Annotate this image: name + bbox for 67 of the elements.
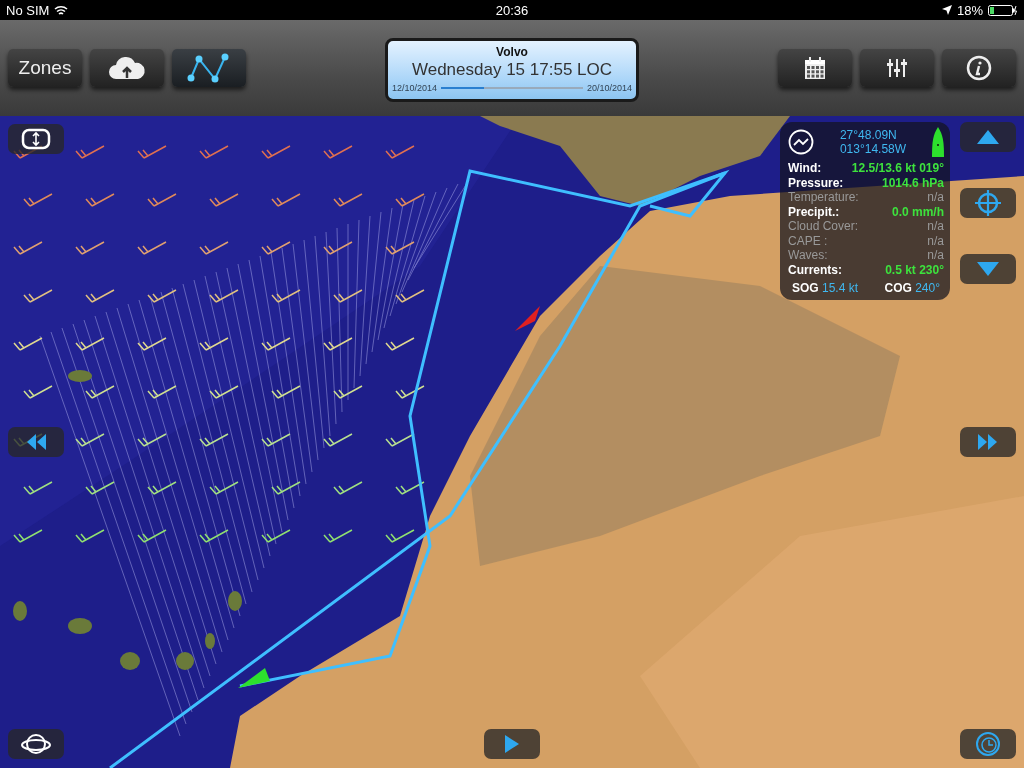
- data-value: 12.5/13.6 kt 019°: [851, 161, 944, 176]
- calendar-button[interactable]: [778, 49, 852, 87]
- sog-value: 15.4 kt: [822, 281, 859, 295]
- current-time: Wednesday 15 17:55 LOC: [411, 60, 612, 80]
- data-label: CAPE :: [788, 233, 828, 248]
- wifi-icon: [54, 4, 69, 16]
- info-icon: [966, 55, 992, 81]
- fast-forward-button[interactable]: [960, 427, 1016, 457]
- vertical-arrows-icon: [21, 128, 51, 150]
- data-label: Temperature:: [788, 190, 859, 205]
- rewind-icon: [25, 433, 47, 451]
- play-button[interactable]: [484, 729, 540, 759]
- up-triangle-icon: [977, 130, 999, 144]
- globe-rotate-button[interactable]: [8, 729, 64, 759]
- data-value: n/a: [927, 219, 944, 234]
- locate-button[interactable]: [960, 188, 1016, 218]
- sog-label: SOG: [792, 281, 819, 295]
- clock-label: 20:36: [495, 2, 529, 18]
- data-label: Wind:: [788, 161, 822, 176]
- data-label: Pressure:: [788, 175, 844, 190]
- battery-icon: [988, 4, 1018, 16]
- data-label: Waves:: [788, 248, 828, 263]
- cog-value: 240°: [915, 281, 940, 295]
- scroll-down-button[interactable]: [960, 254, 1016, 284]
- location-arrow-icon: [941, 5, 952, 15]
- cloud-upload-icon: [108, 56, 146, 80]
- data-label: Precipit.:: [788, 204, 840, 219]
- down-triangle-icon: [977, 262, 999, 276]
- route-title: Volvo: [496, 45, 528, 59]
- data-value: 0.0 mm/h: [891, 204, 944, 219]
- calendar-icon: [804, 56, 826, 80]
- crosshair-icon: [975, 190, 1001, 216]
- boat-icon: [932, 127, 944, 157]
- scroll-up-button[interactable]: [960, 122, 1016, 152]
- settings-icon: [886, 58, 908, 78]
- start-date: 12/10/2014: [392, 83, 438, 93]
- data-label: Currents:: [788, 262, 842, 277]
- time-button[interactable]: [960, 729, 1016, 759]
- play-icon: [504, 734, 520, 754]
- clock-icon: [975, 731, 1001, 757]
- data-value: n/a: [927, 233, 944, 248]
- settings-button[interactable]: [860, 49, 934, 87]
- data-value: 1014.6 hPa: [881, 175, 944, 190]
- upload-button[interactable]: [90, 49, 164, 87]
- timeline-panel[interactable]: Volvo Wednesday 15 17:55 LOC 12/10/2014 20/10/2014: [385, 38, 639, 102]
- expand-vertical-button[interactable]: [8, 124, 64, 154]
- end-date: 20/10/2014: [586, 83, 632, 93]
- boat-marker[interactable]: [238, 668, 270, 688]
- rewind-button[interactable]: [8, 427, 64, 457]
- data-value: 0.5 kt 230°: [885, 262, 944, 277]
- rotating-globe-icon: [21, 732, 51, 756]
- info-button[interactable]: [942, 49, 1016, 87]
- data-value: n/a: [927, 248, 944, 263]
- zones-button[interactable]: Zones: [8, 49, 82, 87]
- fast-forward-icon: [977, 433, 999, 451]
- route-button[interactable]: [172, 49, 246, 87]
- latitude: 27°48.09N: [839, 128, 898, 142]
- route-line-icon: [187, 52, 231, 84]
- boat-marker[interactable]: [515, 306, 540, 331]
- timeline-track[interactable]: [441, 87, 583, 89]
- longitude: 013°14.58W: [839, 142, 907, 156]
- data-label: Cloud Cover:: [788, 219, 859, 234]
- data-value: n/a: [927, 190, 944, 205]
- battery-percent: 18%: [956, 2, 983, 18]
- cog-label: COG: [884, 281, 912, 295]
- weather-map-drawing[interactable]: [0, 116, 1024, 768]
- carrier-label: No SIM: [6, 2, 50, 18]
